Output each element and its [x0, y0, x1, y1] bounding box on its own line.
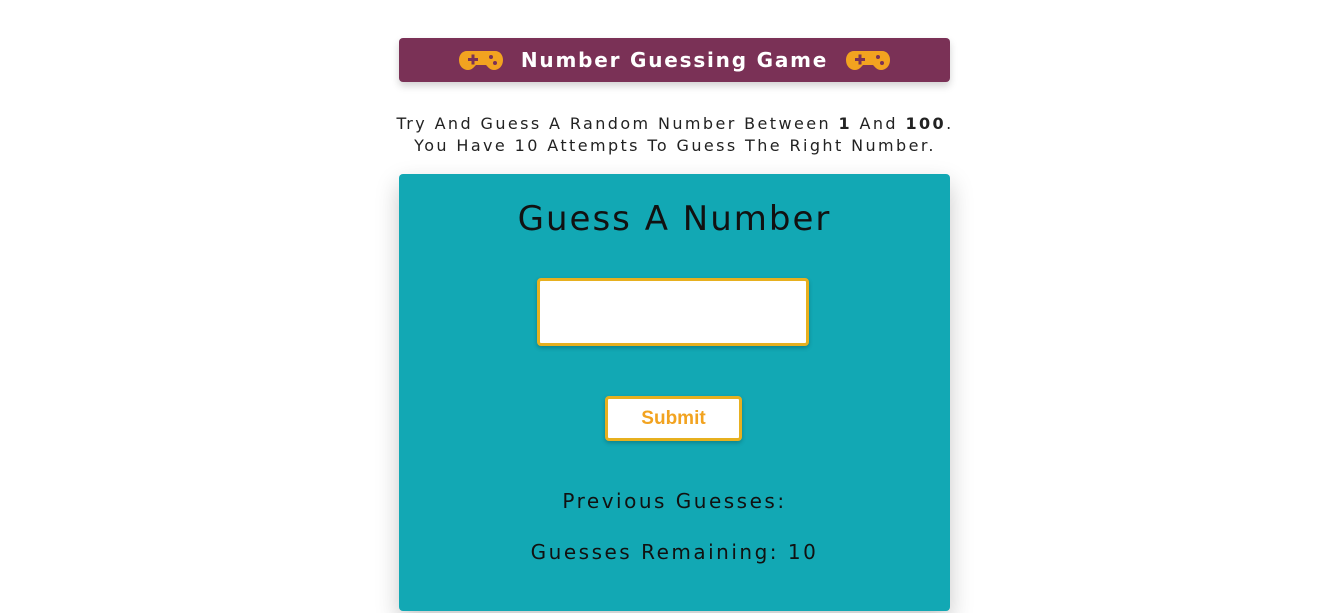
guess-heading: Guess A Number: [517, 199, 832, 239]
instruction-text: And: [852, 114, 906, 133]
app-title: Number Guessing Game: [520, 48, 829, 72]
minimum-number: 1: [838, 114, 853, 133]
submit-button[interactable]: Submit: [605, 396, 742, 441]
app-header: Number Guessing Game: [399, 38, 950, 82]
instruction-text: Try And Guess A Random Number Between: [396, 114, 839, 133]
instruction-line-2: You Have 10 Attempts To Guess The Right …: [414, 136, 936, 155]
previous-guesses-label: Previous Guesses:: [562, 489, 787, 513]
gamepad-icon: [458, 48, 503, 72]
guess-input[interactable]: [537, 278, 809, 346]
maximum-number: 100: [905, 114, 947, 133]
guess-card: Guess A Number Submit Previous Guesses: …: [399, 174, 950, 611]
guesses-remaining: Guesses Remaining: 10: [530, 540, 819, 564]
instruction-line-1: Try And Guess A Random Number Between 1 …: [355, 113, 995, 135]
gamepad-icon: [846, 48, 891, 72]
instruction-text: .: [946, 114, 954, 133]
game-instructions: Try And Guess A Random Number Between 1 …: [355, 113, 995, 157]
